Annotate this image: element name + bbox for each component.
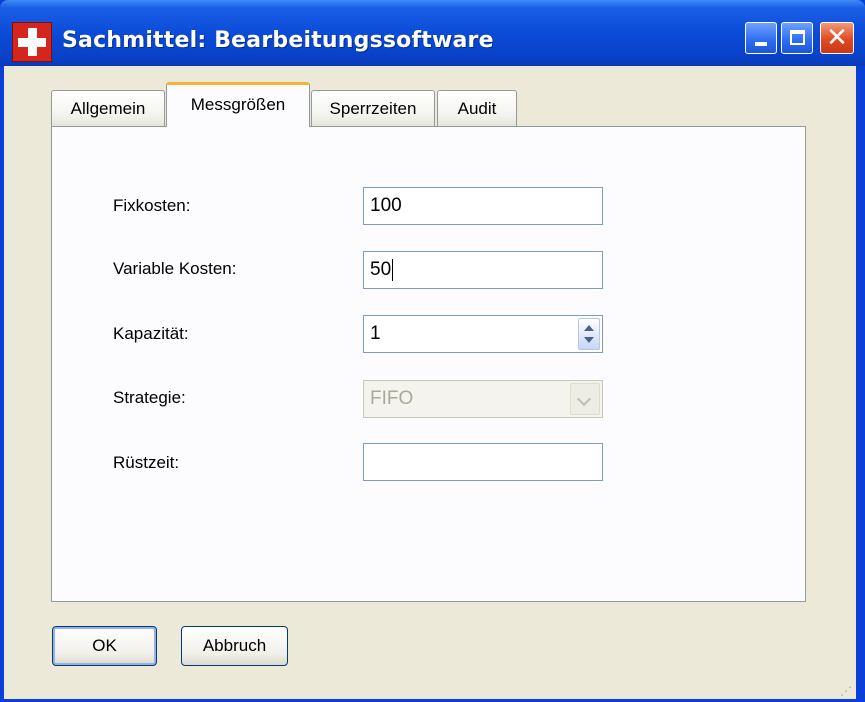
- minimize-button[interactable]: [745, 22, 777, 54]
- maximize-button[interactable]: [781, 22, 813, 54]
- fixkosten-label: Fixkosten:: [113, 196, 191, 215]
- kapazitaet-stepper[interactable]: 1: [363, 315, 603, 353]
- ruestzeit-label: Rüstzeit:: [113, 453, 180, 472]
- red-cross-icon: [12, 22, 52, 62]
- variable-kosten-input[interactable]: 50: [363, 251, 603, 289]
- strategie-value: FIFO: [370, 388, 414, 409]
- chevron-up-icon[interactable]: [584, 325, 594, 331]
- text-caret: [392, 258, 394, 281]
- spin-button[interactable]: [578, 318, 600, 350]
- title-bar[interactable]: Sachmittel: Bearbeitungssoftware ✕: [0, 0, 865, 66]
- window-title: Sachmittel: Bearbeitungssoftware: [62, 28, 494, 53]
- chevron-down-icon[interactable]: [584, 337, 594, 343]
- fixkosten-input[interactable]: 100: [363, 187, 603, 225]
- resize-grip-icon[interactable]: ⋰: [840, 685, 852, 697]
- ruestzeit-input[interactable]: [363, 443, 603, 481]
- ok-button[interactable]: OK: [52, 626, 157, 666]
- strategie-label: Strategie:: [113, 388, 186, 407]
- tab-sperrzeiten[interactable]: Sperrzeiten: [311, 90, 435, 126]
- variable-kosten-value: 50: [370, 259, 392, 280]
- close-button[interactable]: ✕: [820, 22, 854, 54]
- cancel-button[interactable]: Abbruch: [181, 626, 288, 666]
- minimize-icon: [755, 42, 767, 46]
- variable-kosten-label: Variable Kosten:: [113, 259, 237, 278]
- kapazitaet-label: Kapazität:: [113, 324, 189, 343]
- maximize-icon: [790, 30, 805, 45]
- close-icon: ✕: [826, 23, 848, 53]
- chevron-down-icon: [576, 391, 592, 407]
- dialog-window: Sachmittel: Bearbeitungssoftware ✕ ⋰ All…: [0, 0, 865, 702]
- kapazitaet-value: 1: [370, 323, 381, 344]
- tab-messgroessen[interactable]: Messgrößen: [166, 82, 310, 127]
- tab-audit[interactable]: Audit: [437, 90, 517, 126]
- strategie-select: FIFO: [363, 380, 603, 418]
- dropdown-button: [570, 383, 600, 415]
- tab-allgemein[interactable]: Allgemein: [51, 90, 165, 126]
